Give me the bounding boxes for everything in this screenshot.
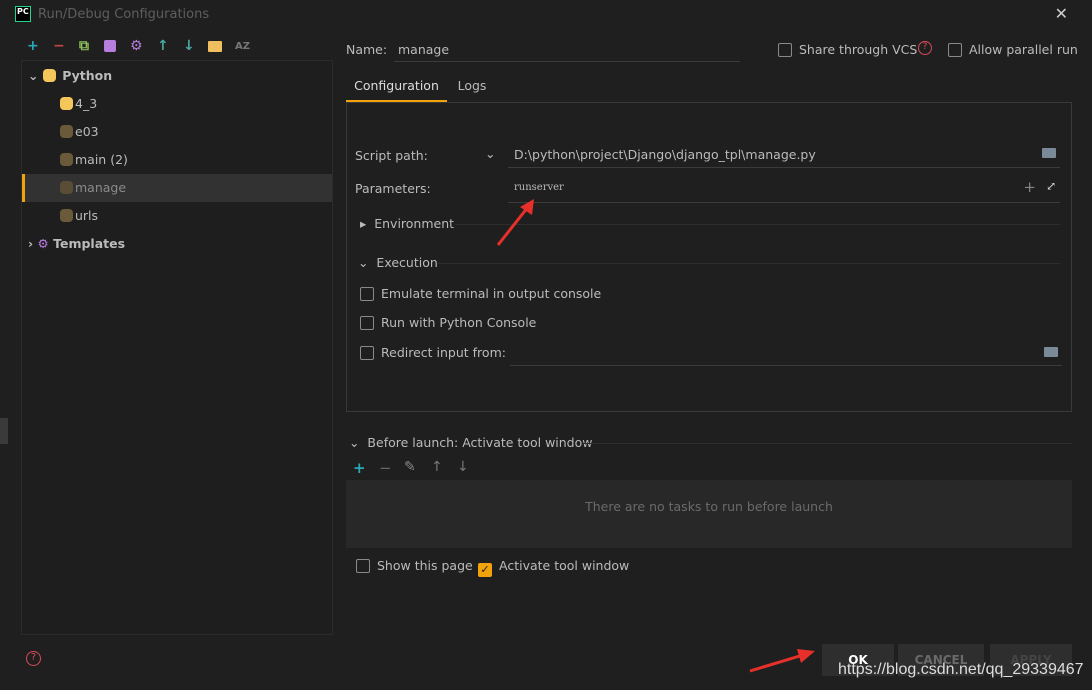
copy-icon[interactable]: ⧉ <box>79 38 89 54</box>
parameters-value: runserver <box>514 182 564 193</box>
annotation-arrow <box>749 649 815 673</box>
pycharm-logo: PC <box>15 6 31 22</box>
tab-configuration[interactable]: Configuration <box>346 72 447 102</box>
expand-icon[interactable]: ⤢ <box>1046 179 1056 193</box>
show-page-checkbox[interactable]: Show this page <box>356 558 473 573</box>
name-label: Name: <box>346 42 388 57</box>
tree-python-group[interactable]: ⌄ Python <box>22 62 332 90</box>
group-label: Python <box>62 68 113 83</box>
environment-section[interactable]: ▸ Environment <box>360 216 454 231</box>
python-icon <box>60 209 73 222</box>
new-folder-icon[interactable] <box>208 41 222 52</box>
script-path-label: Script path: <box>355 148 428 163</box>
add-task-icon[interactable]: + <box>353 459 366 477</box>
tree-item[interactable]: e03 <box>22 118 332 146</box>
activate-tool-window-label: Activate tool window <box>499 558 630 573</box>
tree-item[interactable]: urls <box>22 202 332 230</box>
emulate-terminal-checkbox[interactable]: Emulate terminal in output console <box>360 286 601 301</box>
folder-icon[interactable] <box>1044 347 1058 357</box>
chevron-down-icon[interactable]: ⌄ <box>485 146 495 161</box>
side-scroll <box>0 418 8 444</box>
parameters-label: Parameters: <box>355 181 431 196</box>
folder-icon[interactable] <box>1042 148 1056 158</box>
config-tree: ⌄ Python 4_3 e03 main (2) manage urls › … <box>21 60 333 635</box>
run-python-console-checkbox[interactable]: Run with Python Console <box>360 315 536 330</box>
sort-icon[interactable]: AZ <box>235 41 250 52</box>
emulate-terminal-label: Emulate terminal in output console <box>381 286 602 301</box>
group-label: Templates <box>53 236 126 251</box>
before-launch-label: Before launch: Activate tool window <box>367 435 593 450</box>
arrow-up-icon[interactable]: ↑ <box>157 38 169 54</box>
execution-label: Execution <box>376 255 438 270</box>
share-vcs-label: Share through VCS <box>799 42 918 57</box>
item-label: main (2) <box>75 152 128 167</box>
activate-tool-window-checkbox[interactable]: ✓ Activate tool window <box>478 558 629 577</box>
move-up-icon[interactable]: ↑ <box>431 459 443 475</box>
save-icon[interactable] <box>104 40 116 52</box>
annotation-arrow <box>496 199 534 246</box>
python-icon <box>60 97 73 110</box>
tree-item-selected[interactable]: manage <box>22 174 332 202</box>
item-label: urls <box>75 208 99 223</box>
redirect-input-label: Redirect input from: <box>381 345 506 360</box>
remove-icon[interactable]: − <box>53 38 65 54</box>
add-icon[interactable]: + <box>1023 178 1036 196</box>
parameters-input[interactable]: runserver + ⤢ <box>508 176 1060 203</box>
arrow-down-icon[interactable]: ↓ <box>183 38 195 54</box>
remove-task-icon[interactable]: − <box>379 459 392 477</box>
add-icon[interactable]: + <box>27 38 39 54</box>
script-path-input[interactable]: D:\python\project\Django\django_tpl\mana… <box>508 142 1060 168</box>
edit-task-icon[interactable]: ✎ <box>404 459 416 475</box>
python-icon <box>60 125 73 138</box>
divider <box>438 263 1060 264</box>
allow-parallel-checkbox[interactable]: Allow parallel run <box>948 42 1078 57</box>
empty-tasks-text: There are no tasks to run before launch <box>585 499 833 514</box>
name-value: manage <box>398 42 450 57</box>
show-page-label: Show this page <box>377 558 473 573</box>
tasks-list: There are no tasks to run before launch <box>346 480 1072 548</box>
tree-templates-group[interactable]: › ⚙ Templates <box>22 230 332 258</box>
environment-label: Environment <box>374 216 455 231</box>
item-label: manage <box>75 180 127 195</box>
tree-item[interactable]: main (2) <box>22 146 332 174</box>
watermark: https://blog.csdn.net/qq_29339467 <box>838 661 1084 678</box>
python-icon <box>42 69 56 82</box>
python-icon <box>60 181 73 194</box>
redirect-input-field[interactable] <box>510 340 1062 366</box>
window-title: Run/Debug Configurations <box>38 7 210 22</box>
before-launch-section[interactable]: ⌄ Before launch: Activate tool window <box>349 435 593 450</box>
share-vcs-checkbox[interactable]: Share through VCS <box>778 42 917 57</box>
name-input[interactable]: manage <box>394 38 740 62</box>
python-icon <box>60 153 73 166</box>
move-down-icon[interactable]: ↓ <box>457 459 469 475</box>
help-icon[interactable]: ? <box>918 41 932 55</box>
execution-section[interactable]: ⌄ Execution <box>358 255 438 270</box>
gear-icon: ⚙ <box>37 236 49 251</box>
close-button[interactable]: ✕ <box>1055 4 1068 23</box>
tab-logs[interactable]: Logs <box>452 72 492 100</box>
help-icon[interactable]: ? <box>26 651 41 666</box>
item-label: e03 <box>75 124 99 139</box>
item-label: 4_3 <box>75 96 98 111</box>
script-path-value: D:\python\project\Django\django_tpl\mana… <box>514 147 816 162</box>
tree-item[interactable]: 4_3 <box>22 90 332 118</box>
divider <box>582 443 1072 444</box>
gear-icon[interactable]: ⚙ <box>130 38 143 54</box>
redirect-input-checkbox[interactable]: Redirect input from: <box>360 345 506 360</box>
run-python-console-label: Run with Python Console <box>381 315 537 330</box>
allow-parallel-label: Allow parallel run <box>969 42 1078 57</box>
